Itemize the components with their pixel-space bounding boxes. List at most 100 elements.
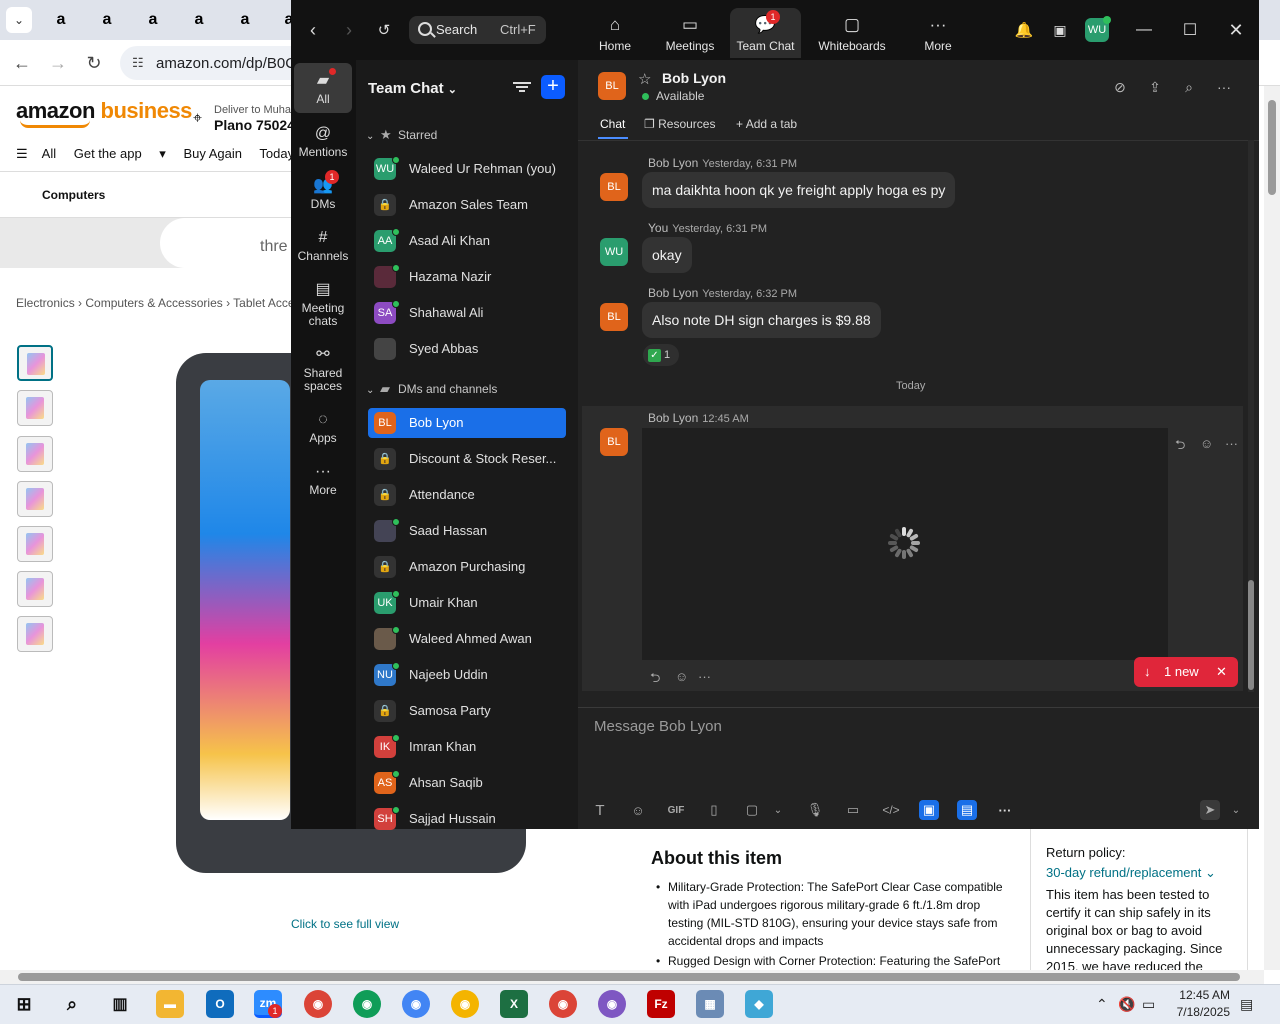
rail-all[interactable]: ▰ All	[294, 63, 352, 113]
browser-tab-amazon[interactable]: a	[188, 9, 210, 31]
rail-meeting-chats[interactable]: ▤ Meeting chats	[294, 272, 352, 334]
product-thumbnail[interactable]	[17, 436, 53, 472]
maximize-icon[interactable]: ☐	[1178, 18, 1202, 42]
speaker-muted-icon[interactable]: 🔇	[1118, 996, 1135, 1013]
chat-list-item[interactable]: AS Ahsan Saqib	[368, 768, 566, 798]
tab-search-chevron-icon[interactable]: ⌄	[6, 7, 32, 33]
reply-icon[interactable]: ⮌	[1175, 436, 1185, 458]
chat-list-item[interactable]: WU Waleed Ur Rehman (you)	[368, 154, 566, 184]
close-icon[interactable]: ✕	[1216, 657, 1227, 687]
more-icon[interactable]: ···	[1225, 436, 1238, 451]
star-outline-icon[interactable]: ☆	[638, 70, 651, 88]
rail-shared-spaces[interactable]: ⚯ Shared spaces	[294, 337, 352, 399]
chat-list-item[interactable]: Saad Hassan	[368, 516, 566, 546]
file-icon[interactable]: ▯	[704, 800, 724, 820]
video-message-icon[interactable]: ▭	[843, 800, 863, 820]
chat-list-item[interactable]: 🔒 Samosa Party	[368, 696, 566, 726]
app-icon[interactable]: ▣	[919, 800, 939, 820]
chat-list-item[interactable]: Syed Abbas	[368, 334, 566, 364]
chat-list-item[interactable]: SH Sajjad Hussain	[368, 804, 566, 834]
message-avatar[interactable]: BL	[600, 173, 628, 201]
chat-list-item[interactable]: Waleed Ahmed Awan	[368, 624, 566, 654]
chrome-icon[interactable]: ◉	[598, 990, 626, 1018]
filter-icon[interactable]	[513, 80, 531, 96]
subtab-chat[interactable]: Chat	[600, 117, 625, 131]
search-icon[interactable]: ⌕	[58, 990, 86, 1018]
chevron-down-icon[interactable]: ⌄	[768, 800, 788, 820]
breadcrumb[interactable]: Electronics › Computers & Accessories › …	[16, 296, 313, 310]
section-dms-and-channels[interactable]: ⌄ ▰ DMs and channels	[366, 381, 497, 397]
subtab-add-a-tab[interactable]: + Add a tab	[736, 117, 797, 131]
chat-list-title[interactable]: Team Chat ⌄	[368, 80, 457, 97]
send-icon[interactable]: ➤	[1200, 800, 1220, 820]
reaction-chip[interactable]: ✓ 1	[643, 344, 679, 366]
chat-list-item[interactable]: AA Asad Ali Khan	[368, 226, 566, 256]
reload-icon[interactable]: ↻	[81, 50, 107, 76]
task-view-icon[interactable]: ▥	[106, 990, 134, 1018]
message-bubble[interactable]: ma daikhta hoon qk ye freight apply hoga…	[642, 172, 956, 208]
video-off-icon[interactable]: ⊘	[1111, 78, 1129, 96]
chat-list-item[interactable]: Hazama Nazir	[368, 262, 566, 292]
back-chevron-icon[interactable]: ‹	[303, 20, 323, 40]
nav-all[interactable]: All	[42, 146, 56, 161]
chat-avatar[interactable]: BL	[598, 72, 626, 100]
site-info-icon[interactable]: ☷	[132, 55, 144, 71]
chrome-icon[interactable]: ◉	[549, 990, 577, 1018]
message-avatar[interactable]: BL	[600, 428, 628, 456]
reply-icon[interactable]: ⮌	[650, 669, 660, 691]
app-icon[interactable]: ◆	[745, 990, 773, 1018]
subnav-computers[interactable]: Computers	[42, 188, 105, 202]
history-icon[interactable]: ↺	[374, 20, 394, 40]
nav-buy-again[interactable]: Buy Again	[183, 146, 242, 161]
message-bubble[interactable]: okay	[642, 237, 692, 273]
product-thumbnail[interactable]	[17, 616, 53, 652]
chat-contact-name[interactable]: Bob Lyon	[662, 70, 726, 86]
tab-more[interactable]: ··· More	[912, 8, 964, 58]
excel-icon[interactable]: X	[500, 990, 528, 1018]
browser-tab-amazon[interactable]: a	[234, 9, 256, 31]
back-arrow-icon[interactable]: ←	[9, 50, 35, 76]
screen-share-icon[interactable]: ⇪	[1146, 78, 1164, 96]
notification-bell-icon[interactable]: 🔔	[1014, 20, 1034, 40]
more-icon[interactable]: ···	[1215, 78, 1233, 96]
rail-channels[interactable]: # Channels	[294, 220, 352, 270]
address-bar[interactable]: ☷ amazon.com/dp/B0C	[120, 46, 300, 80]
microphone-icon[interactable]: 🎙	[805, 800, 825, 820]
message-bubble[interactable]: Also note DH sign charges is $9.88	[642, 302, 881, 338]
minimize-icon[interactable]: —	[1132, 18, 1156, 42]
code-icon[interactable]: </>	[881, 800, 901, 820]
rail-dms[interactable]: 👥 DMs	[294, 168, 352, 218]
chat-list-item[interactable]: UK Umair Khan	[368, 588, 566, 618]
chrome-icon[interactable]: ◉	[402, 990, 430, 1018]
deliver-zip[interactable]: Plano 75024	[214, 117, 295, 133]
message-avatar[interactable]: WU	[600, 238, 628, 266]
format-text-icon[interactable]: T	[590, 800, 610, 820]
horizontal-scrollbar-thumb[interactable]	[18, 973, 1240, 981]
chrome-icon[interactable]: ◉	[304, 990, 332, 1018]
tab-whiteboards[interactable]: ▢ Whiteboards	[814, 8, 890, 58]
chat-list-item[interactable]: 🔒 Discount & Stock Reser...	[368, 444, 566, 474]
page-scrollbar[interactable]	[1264, 86, 1280, 970]
new-chat-button[interactable]: +	[541, 75, 565, 99]
chat-list-item[interactable]: SA Shahawal Ali	[368, 298, 566, 328]
message-input[interactable]: Message Bob Lyon	[594, 718, 722, 735]
browser-tab-amazon[interactable]: a	[142, 9, 164, 31]
add-reaction-icon[interactable]: ☺	[1200, 436, 1213, 451]
product-thumbnail[interactable]	[17, 571, 53, 607]
promo-banner[interactable]: thre	[0, 218, 300, 268]
rail-mentions[interactable]: @ Mentions	[294, 116, 352, 166]
chat-scrollbar-thumb[interactable]	[1248, 580, 1254, 690]
chat-list-item[interactable]: BL Bob Lyon	[368, 408, 566, 438]
notification-center-icon[interactable]: ▤	[1240, 996, 1253, 1013]
tab-meetings[interactable]: ▭ Meetings	[658, 8, 722, 58]
gif-icon[interactable]: GIF	[666, 800, 686, 820]
app-icon[interactable]: ▤	[957, 800, 977, 820]
chrome-icon[interactable]: ◉	[451, 990, 479, 1018]
more-icon[interactable]: ···	[698, 669, 711, 684]
product-thumbnail[interactable]	[17, 345, 53, 381]
forward-arrow-icon[interactable]: →	[45, 50, 71, 76]
outlook-icon[interactable]: O	[206, 990, 234, 1018]
windows-start-icon[interactable]: ⊞	[10, 990, 38, 1018]
chevron-up-icon[interactable]: ⌃	[1096, 996, 1108, 1013]
emoji-icon[interactable]: ☺	[628, 800, 648, 820]
